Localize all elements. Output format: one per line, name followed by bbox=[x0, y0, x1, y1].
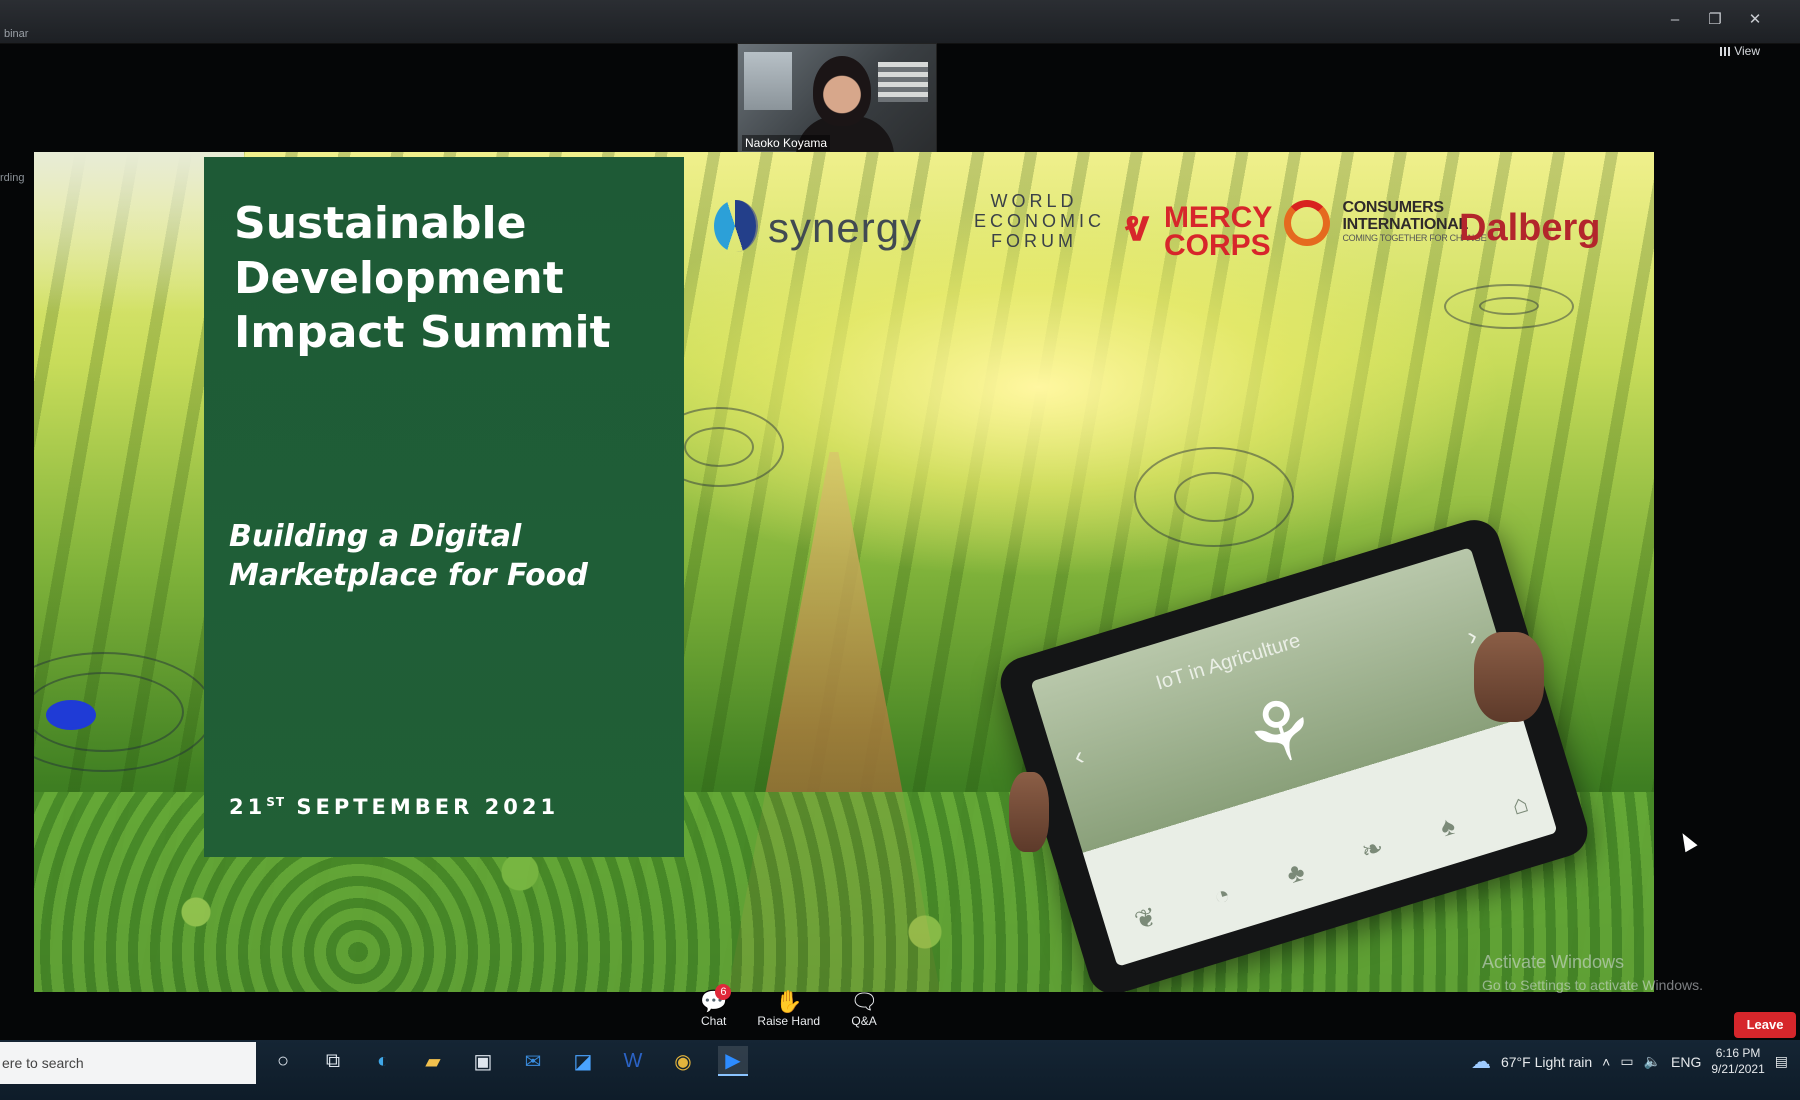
slide-subtitle-line: Building a Digital bbox=[229, 519, 522, 554]
zoom-icon[interactable]: ▶ bbox=[718, 1046, 748, 1076]
plant-icon: ♣ bbox=[1282, 855, 1309, 890]
wef-line: FORUM bbox=[991, 230, 1077, 251]
taskbar-apps: ○ ⧉ ◐ ▰ ▣ ✉ ◪ W ◉ ▶ bbox=[268, 1046, 748, 1076]
raise-hand-label: Raise Hand bbox=[757, 1014, 821, 1028]
sensor-ring bbox=[34, 652, 214, 772]
network-icon[interactable]: ▭ bbox=[1620, 1053, 1633, 1070]
notifications-icon[interactable]: ▤ bbox=[1775, 1053, 1788, 1070]
clock-time: 6:16 PM bbox=[1715, 1046, 1761, 1060]
watermark-line1: Activate Windows bbox=[1482, 952, 1625, 972]
video-background-window bbox=[744, 52, 792, 110]
edge-icon[interactable]: ◐ bbox=[368, 1046, 398, 1076]
hand-left bbox=[1009, 772, 1049, 852]
taskbar-clock[interactable]: 6:16 PM 9/21/2021 bbox=[1711, 1046, 1764, 1077]
activate-windows-watermark: Activate Windows Go to Settings to activ… bbox=[1482, 952, 1703, 993]
mercy-line: MERCY bbox=[1163, 201, 1273, 234]
leave-button[interactable]: Leave bbox=[1734, 1012, 1796, 1038]
raise-hand-button[interactable]: ✋ Raise Hand bbox=[757, 989, 821, 1029]
weather-text[interactable]: 67°F Light rain bbox=[1501, 1054, 1592, 1070]
ci-circle-icon bbox=[1284, 200, 1330, 246]
meeting-controls: 💬 6 Chat ✋ Raise Hand 🗨 Q&A bbox=[700, 984, 879, 1029]
leaf-icon: ❧ bbox=[1357, 831, 1388, 867]
synergy-wordmark: synergy bbox=[768, 204, 923, 251]
word-icon[interactable]: W bbox=[618, 1046, 648, 1076]
store-icon[interactable]: ▣ bbox=[468, 1046, 498, 1076]
wef-logo: WORLD ECONOMIC FORUM bbox=[974, 191, 1105, 251]
slide-date: 21ST SEPTEMBER 2021 bbox=[229, 795, 559, 819]
slide-subtitle-line: Marketplace for Food bbox=[229, 558, 588, 593]
date-day: 21 bbox=[229, 795, 267, 819]
slide-title-line: Sustainable bbox=[234, 198, 527, 249]
consumers-international-logo: CONSUMERS INTERNATIONAL COMING TOGETHER … bbox=[1284, 199, 1487, 246]
slide-title-line: Development bbox=[234, 252, 564, 304]
date-suffix: ST bbox=[266, 795, 286, 809]
tray-chevron-icon[interactable]: ˄ bbox=[1602, 1054, 1610, 1070]
chat-badge: 6 bbox=[715, 984, 732, 1000]
participant-head bbox=[813, 56, 871, 126]
taskbar-search-box[interactable]: ere to search bbox=[0, 1042, 256, 1084]
view-label: View bbox=[1734, 44, 1760, 58]
side-label: rding bbox=[0, 172, 25, 184]
clock-date: 9/21/2021 bbox=[1711, 1061, 1765, 1076]
participant-video-tile[interactable]: Naoko Koyama bbox=[737, 43, 937, 155]
participant-name: Naoko Koyama bbox=[742, 135, 831, 151]
slide-title: Sustainable Development Impact Summit bbox=[234, 197, 654, 361]
wef-line: ECONOMIC bbox=[974, 210, 1105, 231]
partner-logos: synergy WORLD ECONOMIC FORUM ⱴ MERCY COR… bbox=[714, 182, 1614, 292]
close-button[interactable]: ✕ bbox=[1740, 10, 1770, 30]
mercy-corps-mark-icon: ⱴ bbox=[1124, 199, 1150, 251]
app-icon[interactable]: ◪ bbox=[568, 1046, 598, 1076]
mouse-pointer-icon bbox=[1676, 829, 1698, 853]
title-panel: Sustainable Development Impact Summit Bu… bbox=[204, 157, 684, 857]
grid-view-icon bbox=[1720, 47, 1731, 56]
watermark-line2: Go to Settings to activate Windows. bbox=[1482, 977, 1703, 993]
hand-icon: ✋ bbox=[775, 989, 803, 1014]
windows-taskbar: ere to search ○ ⧉ ◐ ▰ ▣ ✉ ◪ W ◉ ▶ ☁ 67°F… bbox=[0, 1040, 1800, 1100]
task-view-icon[interactable]: ⧉ bbox=[318, 1046, 348, 1076]
language-indicator[interactable]: ENG bbox=[1671, 1054, 1701, 1070]
qa-button[interactable]: 🗨 Q&A bbox=[850, 989, 879, 1029]
system-tray: ☁ 67°F Light rain ˄ ▭ 🔈 ENG 6:16 PM 9/21… bbox=[1471, 1046, 1788, 1077]
date-rest: SEPTEMBER 2021 bbox=[296, 795, 560, 819]
chrome-icon[interactable]: ◉ bbox=[668, 1046, 698, 1076]
hand-right bbox=[1474, 632, 1544, 722]
drop-icon: ◔ bbox=[1209, 878, 1234, 912]
chat-label: Chat bbox=[701, 1014, 727, 1028]
mail-icon[interactable]: ✉ bbox=[518, 1046, 548, 1076]
sensor-ring bbox=[1134, 447, 1294, 547]
tree-icon: ♠ bbox=[1436, 809, 1459, 843]
house-icon: ⌂ bbox=[1507, 787, 1532, 821]
sprout-icon: ❦ bbox=[1130, 900, 1161, 936]
plant-signal-icon: ⚘ bbox=[1231, 676, 1332, 789]
chevron-left-icon: ‹ bbox=[1070, 740, 1088, 772]
shared-slide: Sustainable Development Impact Summit Bu… bbox=[34, 152, 1654, 992]
window-titlebar: binar – ❐ ✕ bbox=[0, 0, 1800, 44]
chat-button[interactable]: 💬 6 Chat bbox=[700, 984, 732, 1028]
wef-line: WORLD bbox=[990, 191, 1078, 211]
minimize-button[interactable]: – bbox=[1660, 10, 1690, 30]
dalberg-logo: Dalberg bbox=[1459, 207, 1601, 249]
cortana-icon[interactable]: ○ bbox=[268, 1046, 298, 1076]
file-explorer-icon[interactable]: ▰ bbox=[418, 1046, 448, 1076]
slide-title-line: Impact Summit bbox=[234, 307, 611, 359]
restore-button[interactable]: ❐ bbox=[1700, 10, 1730, 30]
weather-cloud-icon[interactable]: ☁ bbox=[1471, 1049, 1491, 1074]
volume-icon[interactable]: 🔈 bbox=[1644, 1053, 1661, 1070]
window-title: binar bbox=[4, 28, 29, 40]
video-background-shelf bbox=[878, 62, 928, 102]
slide-subtitle: Building a Digital Marketplace for Food bbox=[229, 517, 649, 595]
mercy-line: CORPS bbox=[1163, 228, 1271, 262]
view-button[interactable]: View bbox=[1720, 44, 1760, 58]
synergy-mark-icon bbox=[714, 200, 758, 252]
mercy-corps-logo: ⱴ MERCY CORPS bbox=[1124, 199, 1273, 262]
qa-label: Q&A bbox=[851, 1014, 877, 1028]
synergy-logo: synergy bbox=[714, 200, 922, 252]
qa-bubbles-icon: 🗨 bbox=[850, 989, 879, 1014]
